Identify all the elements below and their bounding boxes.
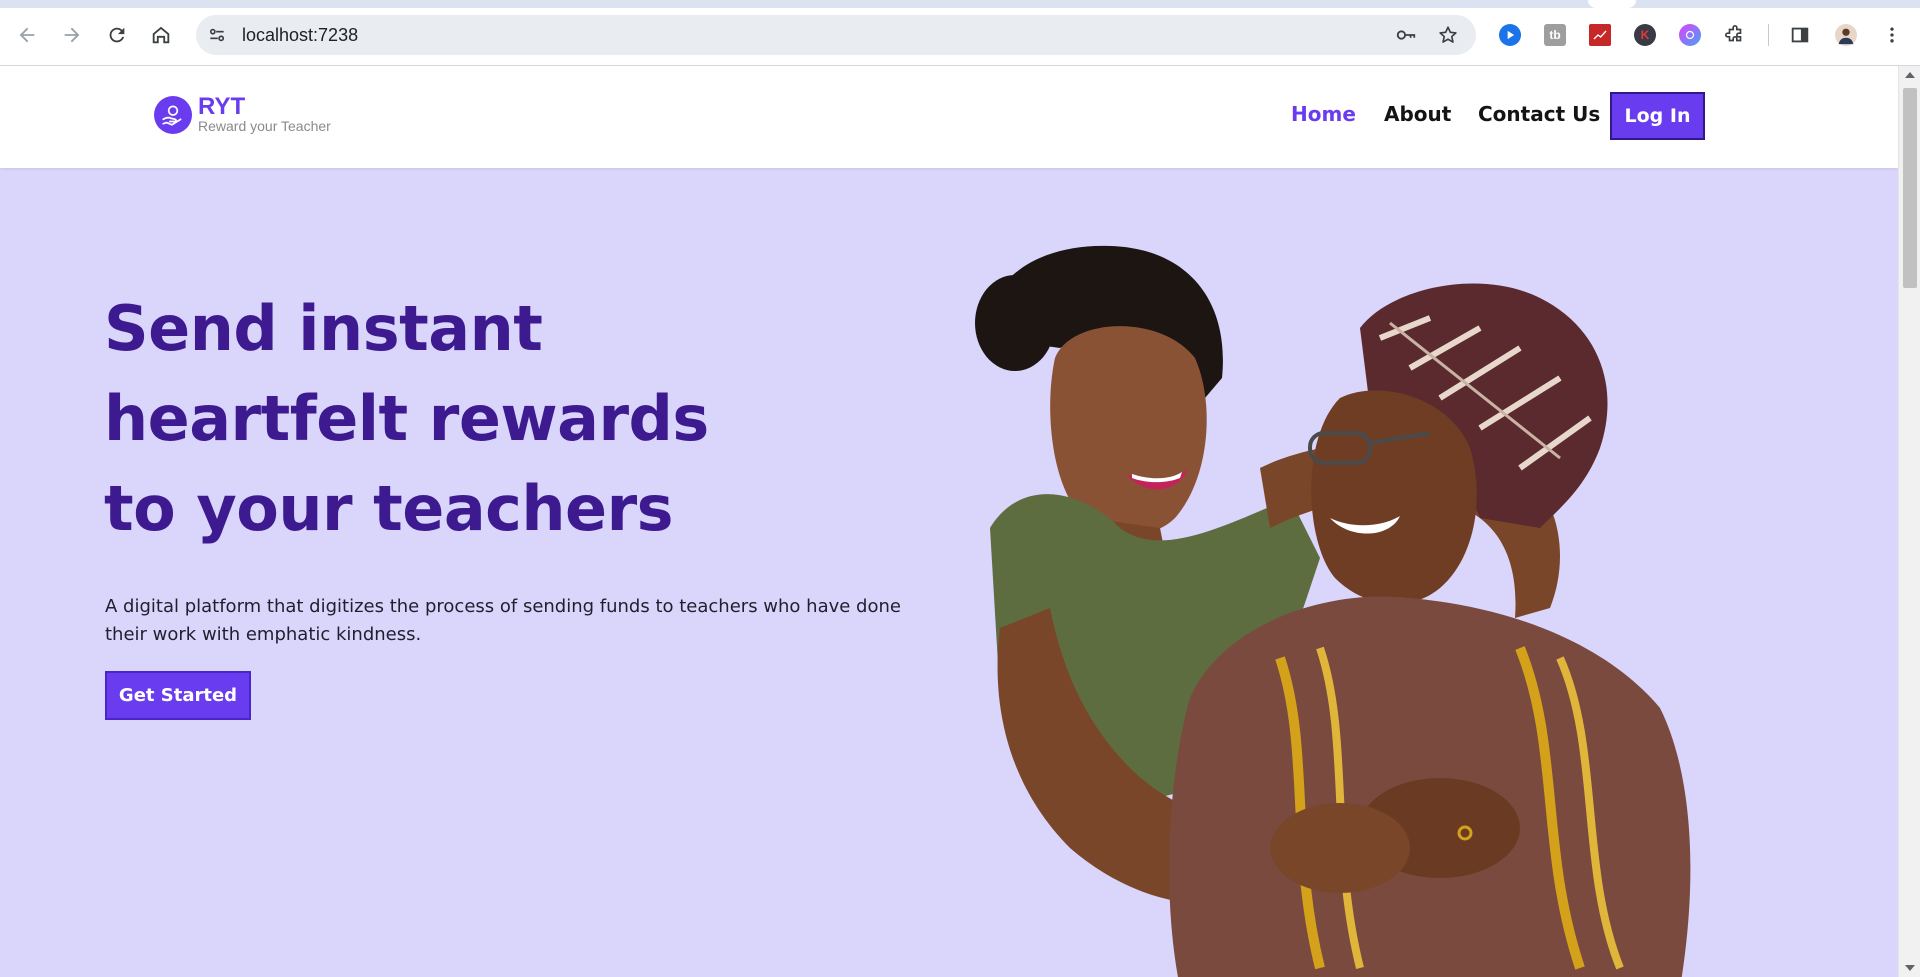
hero-heading-line: Send instant (104, 292, 543, 365)
tab-strip (0, 0, 1920, 8)
tb-extension-icon[interactable]: tb (1544, 24, 1566, 46)
address-bar[interactable]: localhost:7238 (196, 15, 1476, 55)
site-header: RYT Reward your Teacher Home About Conta… (0, 66, 1898, 168)
profile-avatar[interactable] (1835, 24, 1857, 46)
login-button[interactable]: Log In (1610, 92, 1705, 140)
logo-name: RYT (198, 93, 246, 120)
scroll-up-arrow-icon[interactable] (1905, 72, 1915, 78)
brain-extension-icon[interactable] (1679, 24, 1701, 46)
media-extension-icon[interactable] (1499, 24, 1521, 46)
password-key-icon[interactable] (1394, 24, 1418, 46)
home-button[interactable] (146, 20, 176, 50)
nav-home[interactable]: Home (1291, 102, 1356, 126)
toolbar-divider (1768, 24, 1769, 46)
hero-heading-line: heartfelt rewards (104, 382, 709, 455)
arrow-left-icon (19, 27, 35, 43)
logo-tagline: Reward your Teacher (198, 118, 331, 134)
scroll-down-arrow-icon[interactable] (1905, 965, 1915, 971)
url-text[interactable]: localhost:7238 (242, 25, 358, 46)
hero-heading: Send instant heartfelt rewards to your t… (104, 284, 864, 554)
arrow-right-icon (64, 27, 80, 43)
hero-description: A digital platform that digitizes the pr… (105, 596, 901, 645)
site-logo[interactable]: RYT Reward your Teacher (154, 93, 331, 134)
reload-button[interactable] (102, 20, 132, 50)
reload-icon (109, 27, 125, 43)
k-extension-icon[interactable]: K (1634, 24, 1656, 46)
scrollbar-thumb[interactable] (1903, 88, 1917, 288)
browser-toolbar: localhost:7238 tb K (0, 0, 1920, 66)
bookmark-star-icon[interactable] (1436, 23, 1460, 47)
hero-section: Send instant heartfelt rewards to your t… (0, 168, 1898, 977)
get-started-button[interactable]: Get Started (105, 671, 251, 720)
hero-heading-line: to your teachers (104, 472, 674, 545)
hand-coin-icon (154, 96, 192, 134)
nav-about[interactable]: About (1384, 102, 1451, 126)
hero-photo (975, 245, 1691, 977)
side-panel-icon[interactable] (1789, 24, 1811, 46)
back-button[interactable] (12, 20, 42, 50)
chart-extension-icon[interactable] (1589, 24, 1611, 46)
page-viewport: RYT Reward your Teacher Home About Conta… (0, 66, 1898, 977)
page-scrollbar[interactable] (1898, 66, 1920, 977)
home-icon (152, 26, 170, 44)
site-info-icon[interactable] (206, 24, 228, 46)
puzzle-extensions-icon[interactable] (1724, 24, 1746, 46)
kebab-menu-icon[interactable] (1881, 24, 1903, 46)
nav-contact-us[interactable]: Contact Us (1478, 102, 1600, 126)
forward-button[interactable] (57, 20, 87, 50)
